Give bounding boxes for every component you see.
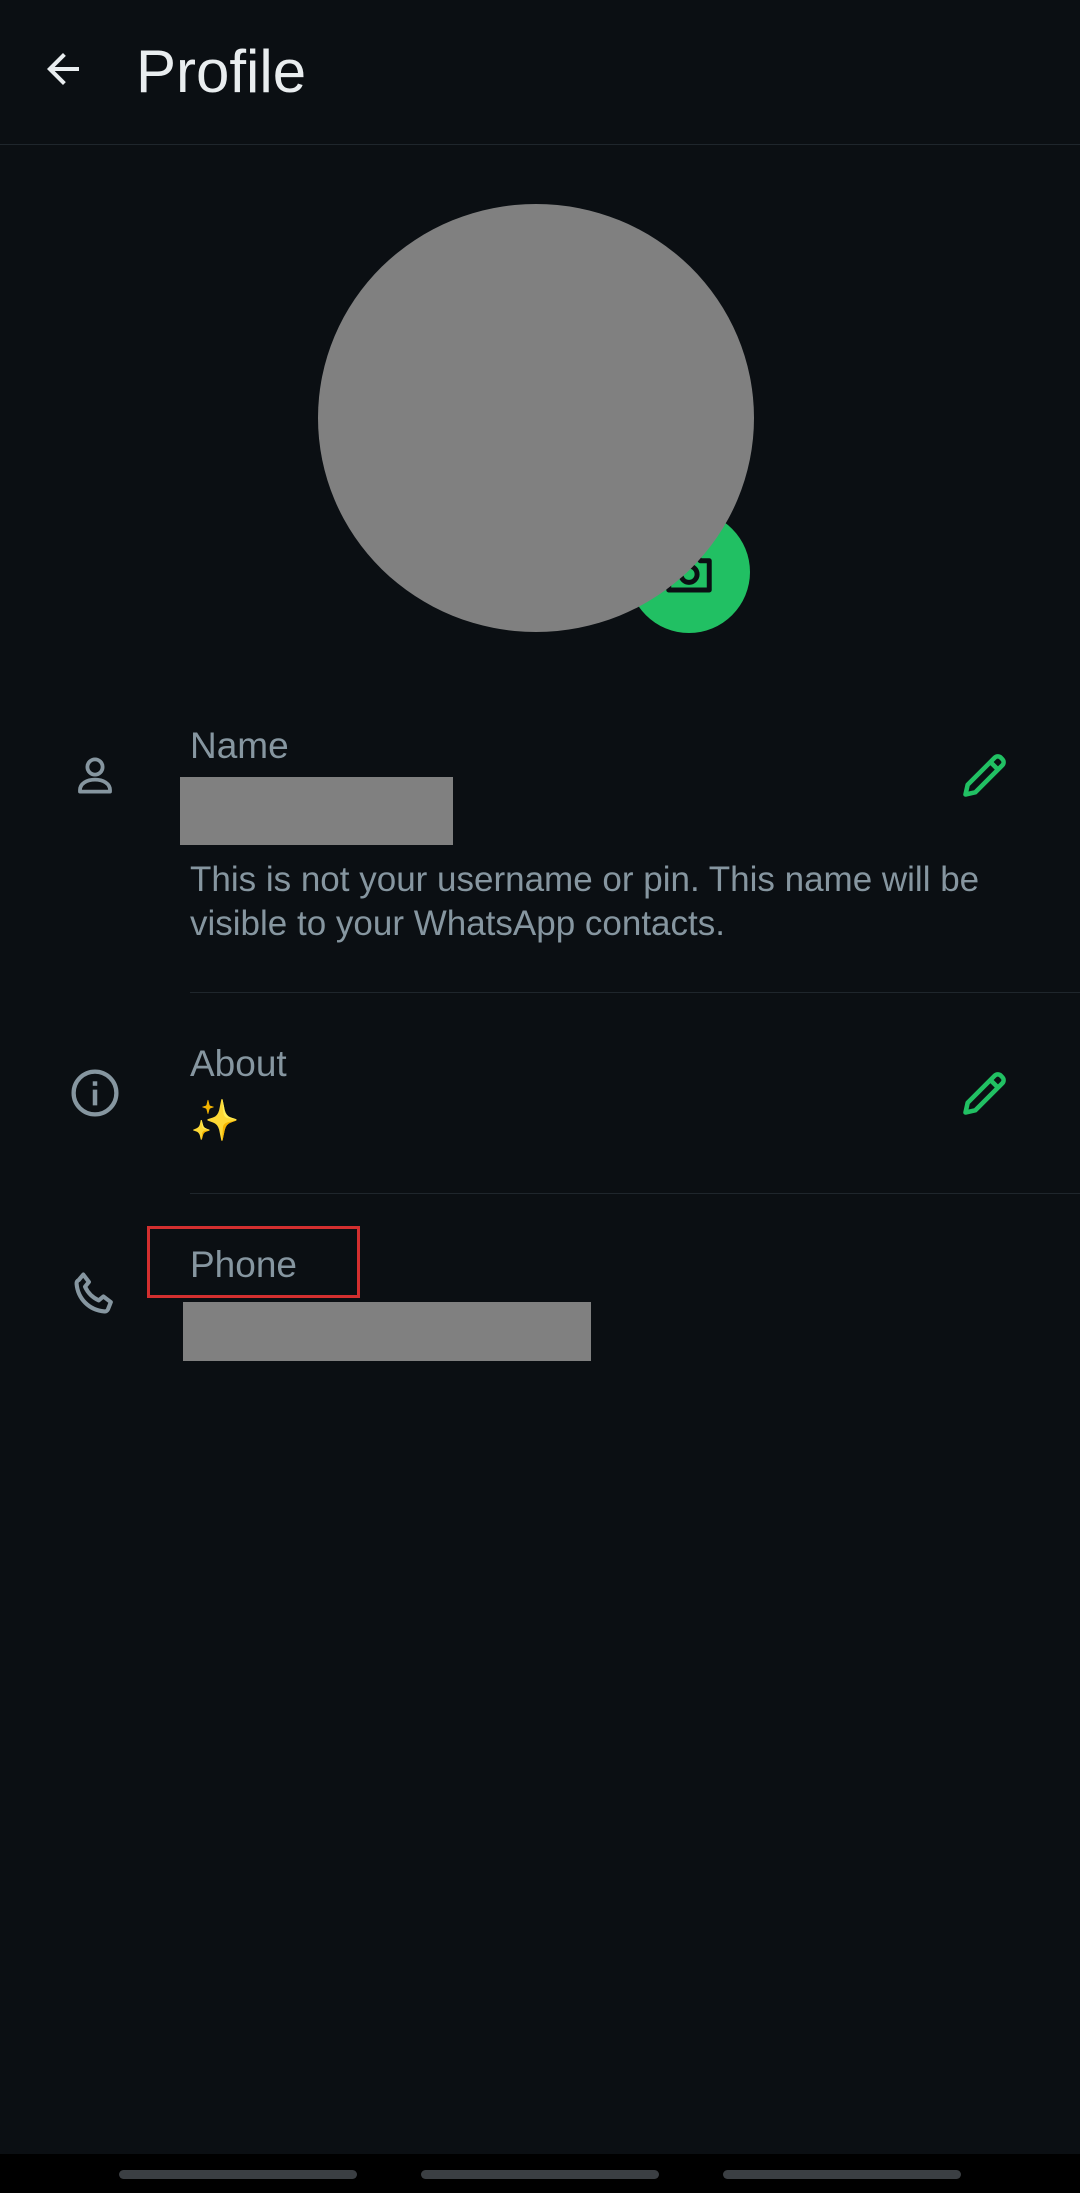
nav-back-gesture[interactable]	[119, 2170, 357, 2179]
info-icon	[60, 1058, 130, 1128]
arrow-back-icon	[47, 53, 79, 85]
person-icon	[60, 740, 130, 810]
name-label: Name	[190, 725, 289, 766]
page-title: Profile	[136, 38, 307, 105]
pencil-icon	[963, 1072, 1006, 1115]
highlight-box	[147, 1226, 360, 1298]
pencil-icon	[963, 754, 1006, 797]
nav-home-gesture[interactable]	[421, 2170, 659, 2179]
phone-icon	[60, 1258, 130, 1328]
profile-screen: Profile Name This is not your username o…	[0, 0, 1080, 2193]
about-label: About	[190, 1043, 287, 1084]
app-bar: Profile	[0, 0, 1080, 145]
name-value-redacted	[180, 777, 453, 845]
divider	[190, 992, 1080, 993]
about-value: ✨	[190, 1099, 240, 1143]
nav-recents-gesture[interactable]	[723, 2170, 961, 2179]
back-button[interactable]	[30, 36, 96, 102]
system-nav-bar	[0, 2154, 1080, 2193]
name-helper-text: This is not your username or pin. This n…	[190, 860, 980, 943]
divider	[190, 1193, 1080, 1194]
edit-name-button[interactable]	[950, 740, 1020, 810]
profile-photo[interactable]	[318, 204, 754, 632]
phone-value-redacted	[183, 1302, 591, 1361]
edit-about-button[interactable]	[950, 1058, 1020, 1128]
